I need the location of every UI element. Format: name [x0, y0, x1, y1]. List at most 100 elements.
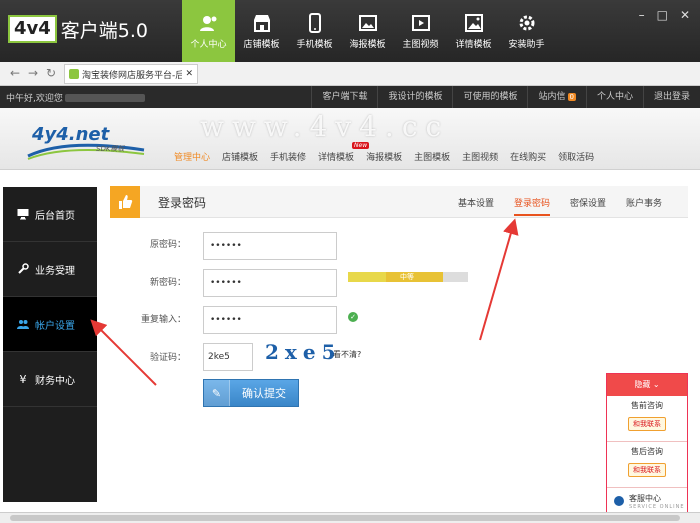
minimize-button[interactable]: –	[639, 8, 645, 22]
sidebar-item-label: 业务受理	[35, 265, 75, 277]
logo-text: 客户端5.0	[60, 19, 149, 42]
window-controls: – □ ✕	[639, 8, 690, 22]
scrollbar-thumb[interactable]	[10, 515, 680, 521]
strength-label: 中等	[400, 273, 414, 281]
wrench-icon	[17, 263, 29, 275]
nav-tab-store-templates[interactable]: 店铺模板	[235, 0, 288, 62]
sidebar-item-label: 财务中心	[35, 375, 75, 387]
site-nav-main-video[interactable]: 主图视频	[456, 150, 504, 163]
nav-tab-label: 安装助手	[508, 39, 545, 50]
strength-fill-empty	[443, 272, 468, 282]
captcha-refresh-link[interactable]: 看不清?	[333, 349, 361, 360]
content-tabs: 基本设置 登录密码 密保设置 账户事务	[458, 196, 662, 216]
old-password-field[interactable]: ••••••	[203, 232, 337, 260]
site-logo[interactable]: 4y4.net SDK模板	[26, 124, 146, 162]
link-available-templates[interactable]: 可使用的模板	[452, 86, 527, 108]
site-top-strip: 中午好,欢迎您 客户端下载 我设计的模板 可使用的模板 站内信 0 个人中心 退出…	[0, 86, 700, 108]
sidebar-item-label: 帐户设置	[35, 320, 75, 332]
submit-label: 确认提交	[242, 387, 286, 400]
nav-tab-detail-templates[interactable]: 详情模板	[447, 0, 500, 62]
repeat-password-field[interactable]: ••••••	[203, 306, 337, 334]
service-center: 客服中心 SERVICE ONLINE	[607, 488, 687, 514]
close-button[interactable]: ✕	[680, 8, 690, 22]
nav-tab-label: 店铺模板	[243, 39, 280, 50]
site-nav-management[interactable]: 管理中心	[168, 150, 216, 163]
new-password-label: 新密码：	[149, 278, 186, 288]
link-client-download[interactable]: 客户端下载	[311, 86, 377, 108]
main-content: 登录密码 基本设置 登录密码 密保设置 账户事务	[110, 186, 688, 218]
tab-security-settings[interactable]: 密保设置	[570, 196, 606, 216]
old-password-label: 原密码：	[149, 240, 186, 250]
site-nav-get-code[interactable]: 领取活码	[552, 150, 600, 163]
content-header: 登录密码 基本设置 登录密码 密保设置 账户事务	[110, 186, 688, 218]
nav-tab-mobile-templates[interactable]: 手机模板	[288, 0, 341, 62]
poster-icon	[358, 14, 377, 31]
nav-tab-label: 个人中心	[190, 39, 227, 50]
main-nav: 个人中心 店铺模板 手机模板 海报模板 主图视频 详情模板 安装助手	[182, 0, 553, 62]
sidebar: 后台首页 业务受理 帐户设置 ¥ 财务中心	[3, 187, 97, 502]
aftersale-label: 售后咨询	[631, 447, 663, 456]
app-logo: 4v4 客户端5.0	[8, 14, 148, 44]
link-personal-center[interactable]: 个人中心	[585, 86, 643, 108]
nav-tab-label: 手机模板	[296, 39, 333, 50]
sidebar-item-dashboard[interactable]: 后台首页	[3, 187, 97, 242]
nav-tab-install-helper[interactable]: 安装助手	[500, 0, 553, 62]
greeting-text: 中午好,欢迎您	[6, 93, 63, 104]
maximize-button[interactable]: □	[657, 8, 668, 22]
link-my-designs[interactable]: 我设计的模板	[377, 86, 452, 108]
site-nav-poster-templates[interactable]: 海报模板	[360, 150, 408, 163]
site-nav-main-templates[interactable]: 主图模板	[408, 150, 456, 163]
tab-account-affairs[interactable]: 账户事务	[626, 196, 662, 216]
nav-tab-label: 主图视频	[402, 39, 439, 50]
nav-tab-label: 详情模板	[455, 39, 492, 50]
tab-login-password[interactable]: 登录密码	[513, 196, 550, 216]
nav-tab-personal-center[interactable]: 个人中心	[182, 0, 235, 62]
refresh-icon[interactable]: ↻	[46, 66, 56, 80]
app-title-bar: 4v4 客户端5.0 个人中心 店铺模板 手机模板 海报模板 主图视频 详情模板	[0, 0, 700, 62]
pencil-icon: ✎	[204, 380, 230, 406]
hide-service-button[interactable]: 隐藏 ⌄	[607, 374, 687, 396]
site-nav-detail-label: 详情模板	[318, 153, 355, 163]
browser-toolbar: ← → ↻ 淘宝装修网店服务平台-后台 ✕	[0, 62, 700, 86]
strength-fill-medium	[386, 272, 443, 282]
thumbs-up-icon	[110, 186, 140, 218]
close-tab-icon[interactable]: ✕	[185, 69, 193, 79]
sidebar-item-account-settings[interactable]: 帐户设置	[3, 297, 97, 352]
link-logout[interactable]: 退出登录	[642, 86, 700, 108]
tab-basic-settings[interactable]: 基本设置	[458, 196, 494, 216]
arrow-to-login-password-tab	[479, 218, 519, 341]
nav-tab-poster-templates[interactable]: 海报模板	[341, 0, 394, 62]
site-nav-mobile-decor[interactable]: 手机装修	[264, 150, 312, 163]
greeting: 中午好,欢迎您	[6, 91, 145, 104]
browser-tab[interactable]: 淘宝装修网店服务平台-后台 ✕	[64, 64, 198, 84]
site-nav-buy-online[interactable]: 在线购买	[504, 150, 552, 163]
service-center-en: SERVICE ONLINE	[629, 503, 685, 510]
favicon-icon	[69, 69, 79, 79]
repeat-password-label: 重复输入：	[140, 315, 186, 325]
sidebar-item-finance[interactable]: ¥ 财务中心	[3, 352, 97, 407]
user-icon	[199, 15, 216, 31]
back-icon[interactable]: ←	[10, 66, 20, 80]
customer-service-widget: 隐藏 ⌄ 售前咨询 和我联系 售后咨询 和我联系 客服中心 SERVICE ON…	[606, 373, 688, 513]
link-messages[interactable]: 站内信 0	[527, 86, 585, 108]
nav-tab-main-video[interactable]: 主图视频	[394, 0, 447, 62]
new-password-field[interactable]: ••••••	[203, 269, 337, 297]
watermark: www.4v4.cc	[200, 110, 450, 143]
image-icon	[464, 13, 483, 32]
site-nav-detail-templates[interactable]: 详情模板 New	[312, 142, 370, 163]
submit-button[interactable]: ✎ 确认提交	[203, 379, 299, 407]
site-nav-store-templates[interactable]: 店铺模板	[216, 150, 264, 163]
users-icon	[17, 318, 29, 330]
captcha-image[interactable]: 2xe5	[265, 340, 341, 364]
messages-label: 站内信	[538, 92, 566, 102]
forward-icon[interactable]: →	[28, 66, 38, 80]
captcha-field[interactable]: 2ke5	[203, 343, 253, 371]
presale-contact-button[interactable]: 和我联系	[628, 417, 666, 431]
sidebar-item-label: 后台首页	[35, 210, 75, 222]
aftersale-contact-button[interactable]: 和我联系	[628, 463, 666, 477]
horizontal-scrollbar[interactable]	[0, 512, 700, 523]
page-title: 登录密码	[158, 196, 207, 210]
password-strength-meter: 中等	[348, 272, 468, 282]
sidebar-item-business[interactable]: 业务受理	[3, 242, 97, 297]
phone-icon	[308, 12, 321, 33]
